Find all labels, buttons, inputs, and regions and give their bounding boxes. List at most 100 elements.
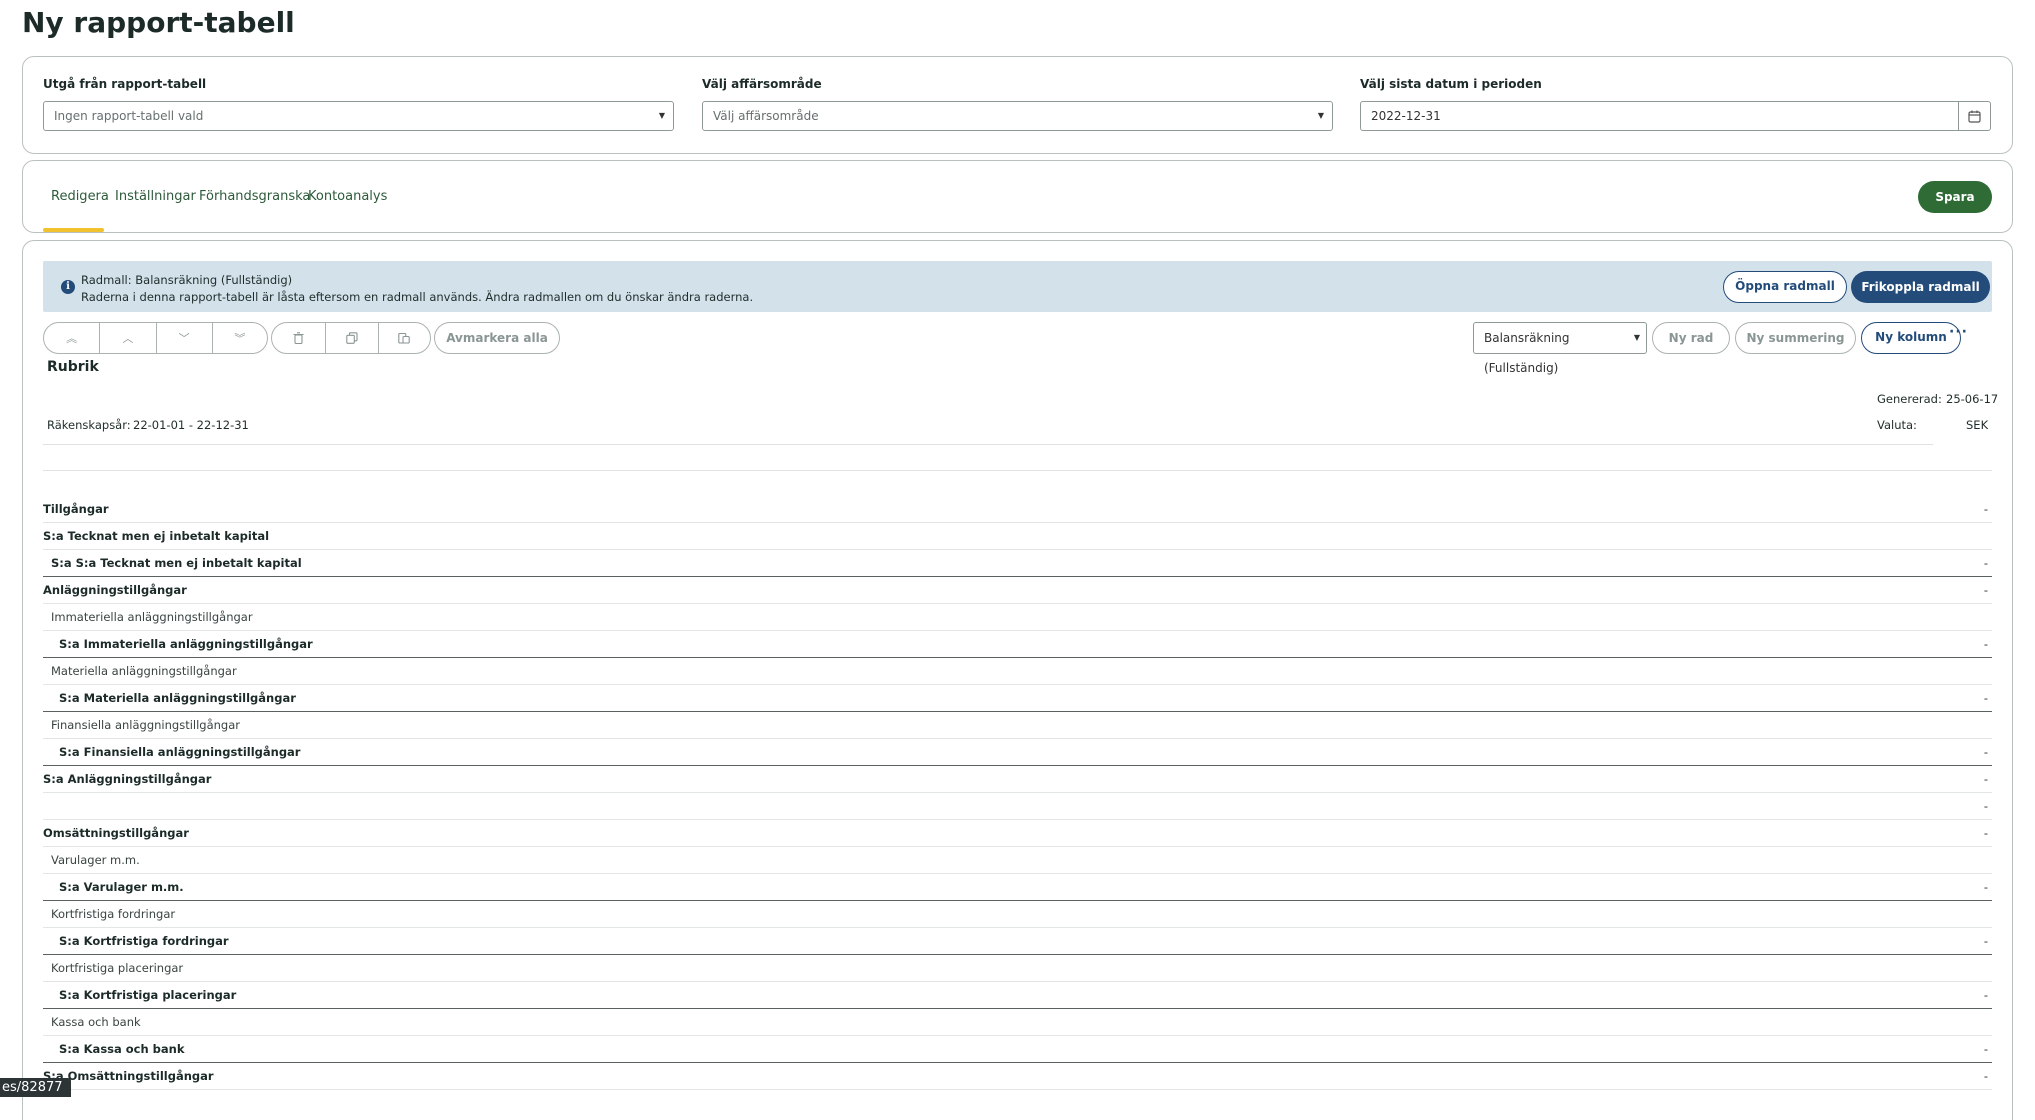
row-template-value: Balansräkning (Fullständig)	[1484, 331, 1570, 375]
new-column-button[interactable]: Ny kolumn	[1861, 322, 1961, 354]
row-label: Kassa och bank	[51, 1015, 141, 1029]
open-template-button[interactable]: Öppna radmall	[1723, 271, 1847, 303]
base-table-select[interactable]: Ingen rapport-tabell vald ▼	[43, 101, 674, 131]
base-table-label: Utgå från rapport-tabell	[43, 77, 207, 91]
row-label: Anläggningstillgångar	[43, 583, 187, 597]
table-row[interactable]: S:a S:a Tecknat men ej inbetalt kapital -	[43, 550, 1992, 577]
row-label: S:a Kortfristiga placeringar	[59, 988, 237, 1002]
row-label: S:a S:a Tecknat men ej inbetalt kapital	[51, 556, 302, 570]
business-area-label: Välj affärsområde	[702, 77, 822, 91]
copy-icon	[346, 332, 358, 344]
row-label: Immateriella anläggningstillgångar	[51, 610, 253, 624]
paste-icon	[398, 332, 411, 344]
business-area-value: Välj affärsområde	[713, 109, 819, 123]
page-title: Ny rapport-tabell	[22, 6, 295, 39]
table-row[interactable]: S:a Kortfristiga fordringar -	[43, 928, 1992, 955]
delete-row-button[interactable]	[272, 323, 326, 353]
row-value: -	[1983, 637, 1988, 651]
info-icon: i	[61, 280, 75, 294]
calendar-icon	[1968, 110, 1981, 123]
row-label: Kortfristiga placeringar	[51, 961, 184, 975]
table-row[interactable]: Omsättningstillgångar -	[43, 820, 1992, 847]
more-options-icon[interactable]: ···	[1949, 324, 1968, 340]
move-to-bottom-button[interactable]: ︾	[213, 323, 267, 353]
banner-message: Raderna i denna rapport-tabell är låsta …	[81, 290, 754, 304]
row-label: S:a Kassa och bank	[59, 1042, 185, 1056]
table-row[interactable]: Varulager m.m.	[43, 847, 1992, 874]
chevron-down-icon: ﹀	[178, 332, 190, 345]
table-row[interactable]: Kortfristiga fordringar	[43, 901, 1992, 928]
table-row[interactable]: Finansiella anläggningstillgångar	[43, 712, 1992, 739]
copy-row-button[interactable]	[326, 323, 379, 353]
tabs-card: Redigera Inställningar Förhandsgranska K…	[22, 160, 2013, 233]
move-down-button[interactable]: ﹀	[157, 323, 213, 353]
trash-icon	[293, 332, 304, 344]
move-to-top-button[interactable]: ︽	[44, 323, 101, 353]
table-row[interactable]: S:a Finansiella anläggningstillgångar -	[43, 739, 1992, 766]
row-value: -	[1983, 826, 1988, 840]
tab-forhandsgranska[interactable]: Förhandsgranska	[199, 189, 310, 204]
table-row[interactable]: S:a Kassa och bank -	[43, 1036, 1992, 1063]
row-label: S:a Finansiella anläggningstillgångar	[59, 745, 301, 759]
tab-installningar[interactable]: Inställningar	[115, 189, 196, 204]
divider	[43, 444, 1933, 445]
table-row[interactable]: S:a Kortfristiga placeringar -	[43, 982, 1992, 1009]
table-row[interactable]: S:a Materiella anläggningstillgångar -	[43, 685, 1992, 712]
banner-title: Radmall: Balansräkning (Fullständig)	[81, 273, 293, 287]
double-chevron-up-icon: ︽	[66, 332, 78, 345]
double-chevron-down-icon: ︾	[234, 332, 246, 345]
move-row-group: ︽ ︿ ﹀ ︾	[43, 322, 268, 354]
table-row[interactable]: -	[43, 793, 1992, 820]
row-label: Kortfristiga fordringar	[51, 907, 176, 921]
chevron-down-icon: ▼	[1317, 111, 1324, 120]
end-date-label: Välj sista datum i perioden	[1360, 77, 1542, 91]
detach-template-button[interactable]: Frikoppla radmall	[1851, 271, 1990, 303]
chevron-down-icon: ▼	[658, 111, 665, 120]
currency-value: SEK	[1966, 418, 1989, 432]
row-value: -	[1983, 556, 1988, 570]
row-value: -	[1983, 1042, 1988, 1056]
row-value: -	[1983, 934, 1988, 948]
table-row[interactable]: Anläggningstillgångar -	[43, 577, 1992, 604]
table-row[interactable]: S:a Omsättningstillgångar -	[43, 1063, 1992, 1090]
end-date-input[interactable]: 2022-12-31	[1360, 101, 1991, 131]
business-area-select[interactable]: Välj affärsområde ▼	[702, 101, 1333, 131]
table-row[interactable]: Tillgångar -	[43, 496, 1992, 523]
report-card: i Radmall: Balansräkning (Fullständig) R…	[22, 240, 2013, 1120]
new-row-button[interactable]: Ny rad	[1652, 322, 1730, 354]
row-value: -	[1983, 1069, 1988, 1083]
row-value: -	[1983, 799, 1988, 813]
row-value: -	[1983, 772, 1988, 786]
row-value: -	[1983, 745, 1988, 759]
row-label: S:a Kortfristiga fordringar	[59, 934, 229, 948]
row-label: Finansiella anläggningstillgångar	[51, 718, 240, 732]
table-row[interactable]: S:a Anläggningstillgångar -	[43, 766, 1992, 793]
row-label: S:a Tecknat men ej inbetalt kapital	[43, 529, 270, 543]
deselect-all-button[interactable]: Avmarkera alla	[434, 322, 560, 354]
table-row[interactable]: Kortfristiga placeringar	[43, 955, 1992, 982]
table-row[interactable]: Kassa och bank	[43, 1009, 1992, 1036]
paste-row-button[interactable]	[379, 323, 430, 353]
template-banner: i Radmall: Balansräkning (Fullständig) R…	[43, 261, 1992, 312]
table-row[interactable]: Materiella anläggningstillgångar	[43, 658, 1992, 685]
row-edit-group	[271, 322, 431, 354]
table-row[interactable]: Immateriella anläggningstillgångar	[43, 604, 1992, 631]
row-template-select[interactable]: Balansräkning (Fullständig) ▼	[1473, 322, 1647, 375]
report-heading[interactable]: Rubrik	[47, 359, 99, 375]
save-button[interactable]: Spara	[1918, 181, 1992, 213]
row-label: S:a Immateriella anläggningstillgångar	[59, 637, 313, 651]
table-row[interactable]: S:a Tecknat men ej inbetalt kapital	[43, 523, 1992, 550]
tab-redigera[interactable]: Redigera	[51, 189, 109, 204]
move-up-button[interactable]: ︿	[100, 323, 157, 353]
new-sum-button[interactable]: Ny summering	[1735, 322, 1856, 354]
table-row[interactable]: S:a Varulager m.m. -	[43, 874, 1992, 901]
row-label: S:a Materiella anläggningstillgångar	[59, 691, 296, 705]
calendar-button[interactable]	[1958, 102, 1990, 130]
chevron-down-icon: ▼	[1633, 333, 1640, 342]
generated-value: 25-06-17	[1946, 392, 1999, 406]
row-value: -	[1983, 502, 1988, 516]
report-rows: Tillgångar - S:a Tecknat men ej inbetalt k…	[43, 496, 1992, 1090]
table-row[interactable]: S:a Immateriella anläggningstillgångar -	[43, 631, 1992, 658]
row-label: Materiella anläggningstillgångar	[51, 664, 237, 678]
tab-kontoanalys[interactable]: Kontoanalys	[308, 189, 387, 204]
